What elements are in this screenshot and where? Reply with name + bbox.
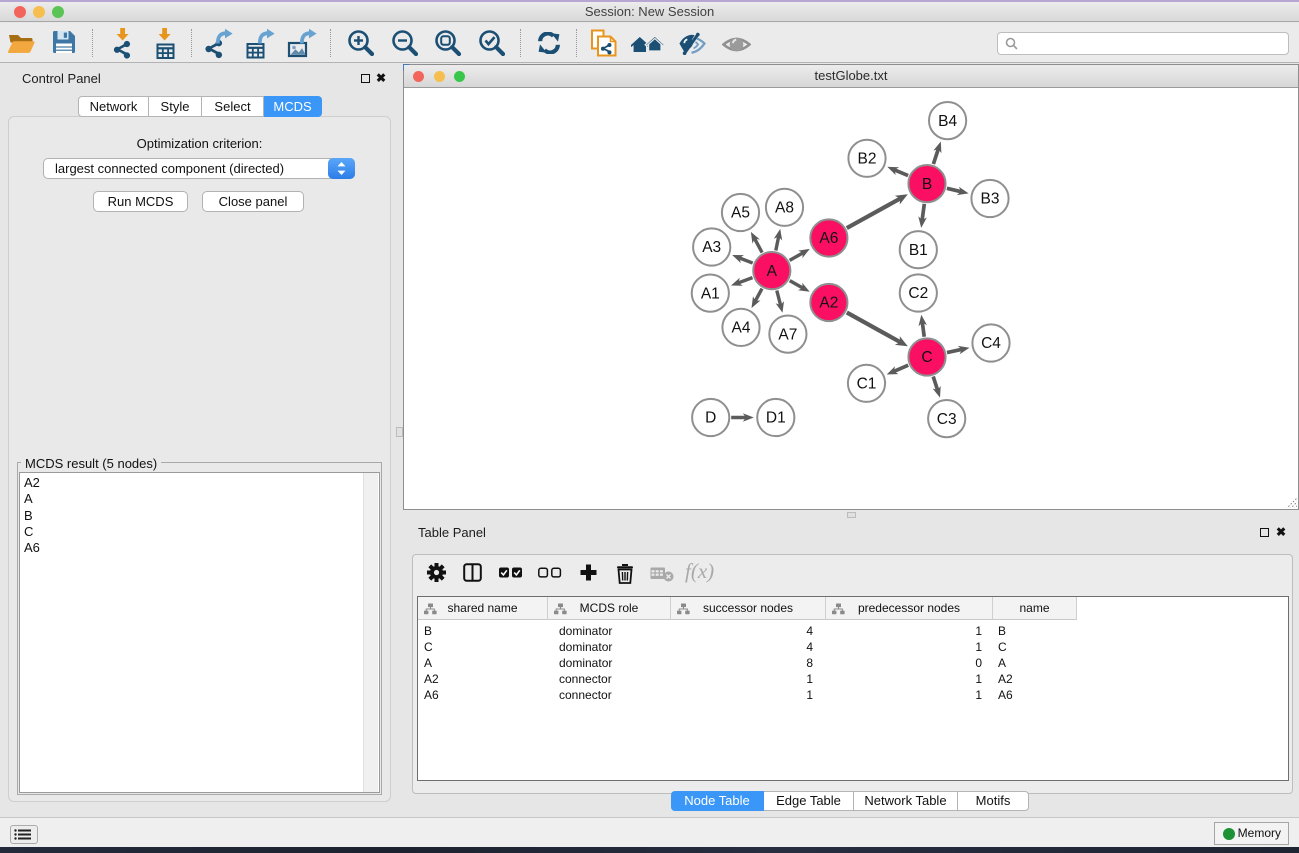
svg-text:A5: A5	[731, 205, 750, 222]
svg-text:B: B	[922, 176, 932, 193]
svg-text:B2: B2	[858, 151, 877, 168]
svg-text:A7: A7	[778, 326, 797, 343]
svg-text:A6: A6	[819, 230, 838, 247]
svg-text:B1: B1	[909, 242, 928, 259]
svg-text:D1: D1	[766, 410, 786, 427]
svg-text:B4: B4	[938, 113, 957, 130]
svg-text:B3: B3	[981, 191, 1000, 208]
svg-text:C4: C4	[981, 335, 1001, 352]
svg-text:A8: A8	[775, 200, 794, 217]
svg-text:C: C	[921, 349, 932, 366]
svg-text:A2: A2	[819, 295, 838, 312]
svg-text:A1: A1	[701, 285, 720, 302]
svg-text:C1: C1	[857, 376, 877, 393]
svg-text:C3: C3	[937, 411, 957, 428]
svg-text:A3: A3	[702, 239, 721, 256]
svg-text:A4: A4	[732, 320, 751, 337]
svg-text:D: D	[705, 410, 716, 427]
svg-text:A: A	[767, 263, 778, 280]
svg-text:C2: C2	[908, 285, 928, 302]
